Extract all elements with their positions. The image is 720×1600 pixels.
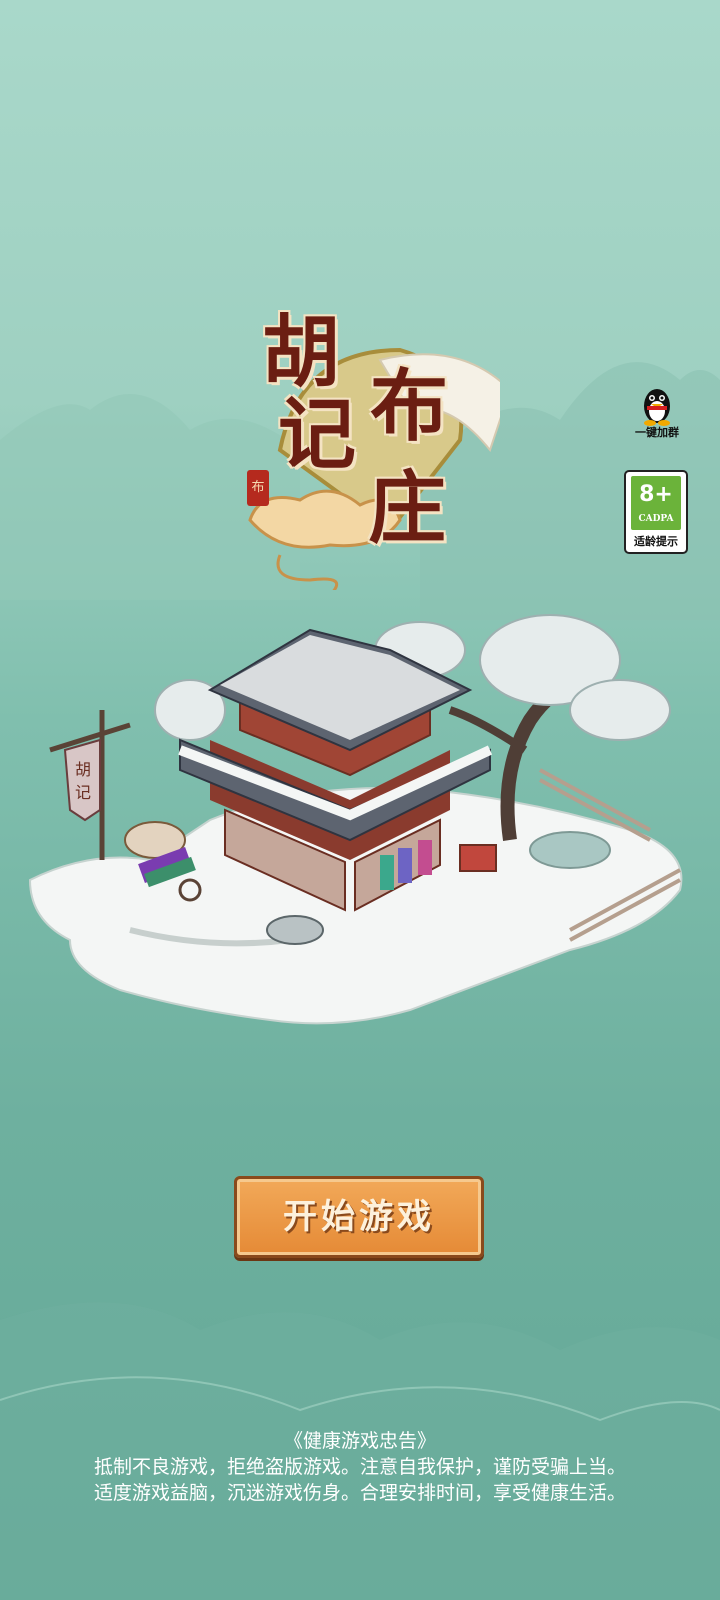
age-rating-label: 适龄提示 xyxy=(634,535,678,548)
age-rating-icon: 8+ CADPA xyxy=(631,476,681,530)
start-game-button[interactable]: 开始游戏 xyxy=(234,1176,484,1258)
age-rating-number: 8+ xyxy=(639,482,673,507)
qq-penguin-icon xyxy=(644,389,670,426)
health-advice-line-1: 抵制不良游戏，拒绝盗版游戏。注意自我保护，谨防受骗上当。 xyxy=(93,1456,626,1478)
health-advice-line-2: 适度游戏益脑，沉迷游戏伤身。合理安排时间，享受健康生活。 xyxy=(93,1482,626,1504)
banner-text-1: 胡 xyxy=(75,760,91,779)
logo-char-2: 记 xyxy=(278,389,357,480)
banner-text-2: 记 xyxy=(75,783,91,802)
building-scene-illustration: 胡 记 xyxy=(28,614,683,1025)
health-advice-title: 《健康游戏忠告》 xyxy=(283,1430,436,1452)
logo-char-1: 胡 xyxy=(262,307,341,398)
join-qq-group-button[interactable]: 一键加群 xyxy=(630,384,684,440)
logo-char-3: 布 xyxy=(370,361,449,452)
logo-char-4: 庄 xyxy=(368,463,447,554)
age-rating-org: CADPA xyxy=(638,514,674,524)
qq-group-label: 一键加群 xyxy=(635,426,679,439)
age-rating-badge[interactable]: 8+ CADPA 适龄提示 xyxy=(624,470,688,554)
game-logo: 胡 记 布 庄 布 xyxy=(220,310,520,590)
health-advice: 《健康游戏忠告》 抵制不良游戏，拒绝盗版游戏。注意自我保护，谨防受骗上当。 适度… xyxy=(0,1428,720,1506)
logo-seal: 布 xyxy=(247,470,269,506)
